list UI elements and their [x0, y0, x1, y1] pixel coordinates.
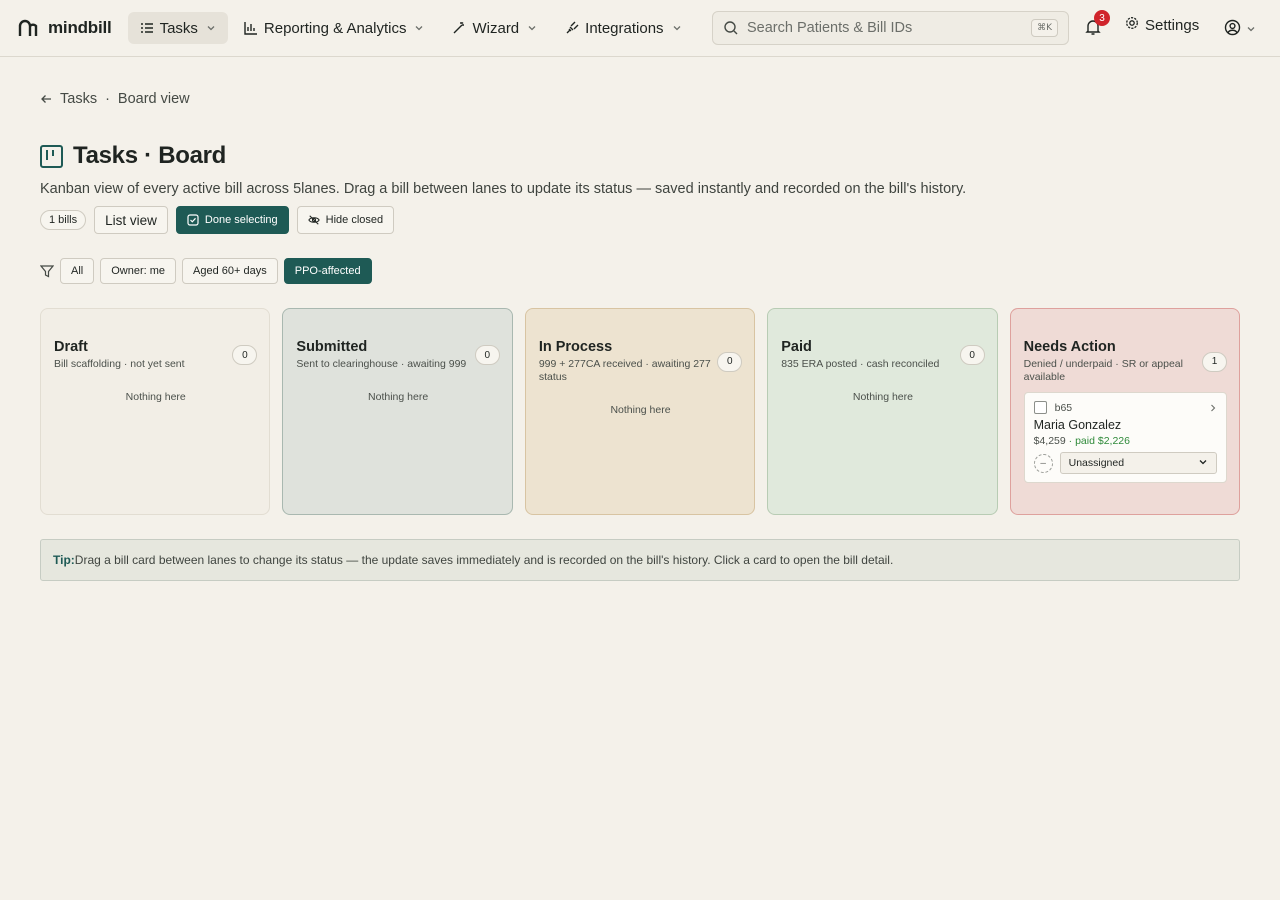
- settings-label: Settings: [1145, 16, 1200, 34]
- lane-in-process[interactable]: In Process 999 + 277CA received · awaiti…: [524, 308, 756, 515]
- bill-amounts: $4,259 · paid $2,226: [1034, 435, 1217, 447]
- lane-paid[interactable]: Paid 835 ERA posted · cash reconciled 0 …: [767, 308, 998, 515]
- check-square-icon: [187, 214, 199, 226]
- breadcrumb: Tasks · Board view: [40, 91, 1240, 107]
- arrow-left-icon[interactable]: [40, 93, 52, 105]
- kanban-icon: [40, 144, 63, 168]
- done-selecting-button[interactable]: Done selecting: [175, 206, 289, 234]
- filter-bar: All Owner: me Aged 60+ days PPO-affected: [40, 258, 1240, 284]
- lane-count: 0: [959, 345, 985, 365]
- list-icon: [140, 21, 154, 35]
- lane-empty-state: Nothing here: [852, 391, 913, 403]
- nav-reporting[interactable]: Reporting & Analytics: [232, 12, 437, 44]
- hide-closed-button[interactable]: Hide closed: [296, 206, 395, 234]
- lane-title: Paid: [781, 339, 812, 355]
- lane-title: Submitted: [296, 339, 368, 355]
- filter-ppo-affected[interactable]: PPO-affected: [283, 258, 372, 284]
- nav-tasks[interactable]: Tasks: [127, 12, 228, 44]
- eye-off-icon: [307, 214, 320, 226]
- lane-title: Needs Action: [1023, 339, 1116, 355]
- page-header: Tasks · Board: [40, 141, 1240, 171]
- tip-label: Tip:: [53, 553, 75, 567]
- nav-wizard-label: Wizard: [472, 19, 520, 37]
- tip-banner: Tip: Drag a bill card between lanes to c…: [40, 539, 1240, 581]
- chevron-down-icon: [206, 23, 216, 33]
- filter-aged-60[interactable]: Aged 60+ days: [182, 258, 278, 284]
- paid-amount: · paid $2,226: [1068, 435, 1130, 447]
- nav-integrations[interactable]: Integrations: [553, 12, 693, 44]
- breadcrumb-tasks-link[interactable]: Tasks: [60, 91, 97, 107]
- bill-select-checkbox[interactable]: [1033, 401, 1047, 414]
- logo-icon: [18, 19, 38, 36]
- done-selecting-label: Done selecting: [204, 214, 278, 226]
- search-input[interactable]: [747, 20, 1032, 36]
- nav-wizard[interactable]: Wizard: [440, 12, 549, 44]
- lane-title: In Process: [538, 339, 613, 355]
- assignee-avatar: –: [1033, 453, 1053, 473]
- top-nav: mindbill Tasks Reporting & Analytics Wiz…: [0, 0, 1280, 57]
- wand-icon: [452, 21, 466, 35]
- gear-icon: [1125, 16, 1139, 34]
- search-box[interactable]: ⌘K: [712, 11, 1069, 45]
- lane-submitted[interactable]: Submitted Sent to clearinghouse · awaiti…: [282, 308, 513, 515]
- chevron-down-icon: [1246, 21, 1256, 39]
- notification-badge: 3: [1094, 10, 1110, 26]
- lane-count: 1: [1202, 351, 1228, 372]
- breadcrumb-separator: ·: [105, 91, 110, 107]
- lane-description: 999 + 277CA received · awaiting 277 stat…: [538, 358, 711, 383]
- kanban-board: Draft Bill scaffolding · not yet sent 0 …: [40, 308, 1241, 515]
- filter-icon: [40, 264, 54, 278]
- lane-draft[interactable]: Draft Bill scaffolding · not yet sent 0 …: [40, 308, 271, 515]
- page-title: Tasks · Board: [73, 142, 227, 169]
- chart-icon: [244, 21, 258, 35]
- lane-empty-state: Nothing here: [610, 404, 671, 416]
- lane-title: Draft: [54, 339, 88, 355]
- page-subtitle: Kanban view of every active bill across …: [40, 181, 967, 197]
- lane-description: Sent to clearinghouse · awaiting 999: [296, 358, 467, 370]
- lane-needs-action[interactable]: Needs Action Denied / underpaid · SR or …: [1009, 308, 1241, 515]
- lane-count: 0: [232, 345, 258, 365]
- hide-closed-label: Hide closed: [325, 214, 384, 226]
- chevron-down-icon: [1198, 457, 1208, 470]
- patient-name: Maria Gonzalez: [1033, 418, 1122, 432]
- chevron-down-icon: [527, 23, 537, 33]
- lane-empty-state: Nothing here: [125, 391, 186, 403]
- tip-text: Drag a bill card between lanes to change…: [74, 553, 894, 567]
- assignee-select[interactable]: Unassigned: [1059, 452, 1218, 474]
- search-shortcut: ⌘K: [1031, 19, 1058, 37]
- settings-button[interactable]: Settings: [1125, 16, 1199, 34]
- lane-empty-state: Nothing here: [368, 391, 429, 403]
- user-circle-icon: [1224, 19, 1241, 41]
- nav-reporting-label: Reporting & Analytics: [263, 19, 407, 37]
- bill-count-badge: 1 bills: [40, 210, 87, 230]
- search-icon: [723, 20, 739, 36]
- bill-amount: $4,259: [1033, 435, 1066, 447]
- lane-count: 0: [474, 345, 500, 365]
- action-bar: 1 bills List view Done selecting Hide cl…: [40, 206, 1240, 234]
- lane-count: 0: [717, 351, 743, 372]
- chevron-right-icon[interactable]: [1209, 404, 1217, 412]
- chevron-down-icon: [672, 23, 682, 33]
- list-view-button[interactable]: List view: [94, 206, 168, 234]
- bill-id: b65: [1054, 401, 1073, 414]
- chevron-down-icon: [414, 23, 424, 33]
- lane-description: 835 ERA posted · cash reconciled: [781, 358, 940, 370]
- breadcrumb-current: Board view: [117, 91, 190, 107]
- filter-all[interactable]: All: [60, 258, 95, 284]
- nav-integrations-label: Integrations: [585, 19, 664, 37]
- plug-icon: [565, 21, 579, 35]
- brand-logo[interactable]: mindbill: [18, 18, 112, 38]
- assignee-select-value: Unassigned: [1068, 457, 1125, 469]
- user-menu[interactable]: [1224, 19, 1256, 41]
- lane-description: Denied / underpaid · SR or appeal availa…: [1023, 358, 1183, 383]
- lane-description: Bill scaffolding · not yet sent: [54, 358, 185, 370]
- brand-name: mindbill: [48, 18, 112, 37]
- nav-tasks-label: Tasks: [159, 19, 198, 37]
- filter-owner-me[interactable]: Owner: me: [100, 258, 177, 284]
- main-content: Tasks · Board view Tasks · Board Kanban …: [0, 91, 1280, 581]
- bill-card[interactable]: b65 Maria Gonzalez $4,259 · paid $2,226 …: [1023, 392, 1228, 483]
